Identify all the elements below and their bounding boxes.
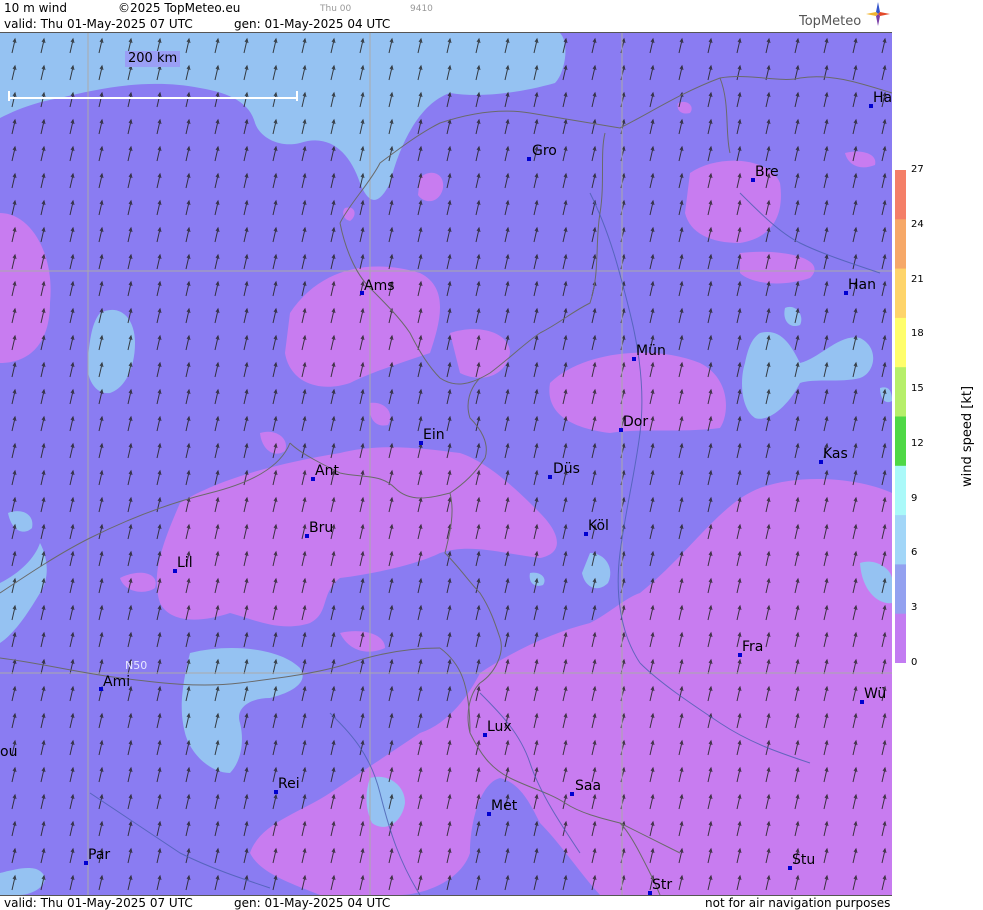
footer-valid-time: valid: Thu 01-May-2025 07 UTC (4, 896, 193, 910)
scale-label: 200 km (125, 51, 181, 67)
city-label: Stu (792, 852, 816, 868)
city-label: Ami (103, 674, 131, 690)
legend-swatch (895, 515, 906, 565)
topmeteo-logo[interactable]: TopMeteo (799, 14, 861, 29)
small-day-label: Thu 00 (320, 4, 352, 14)
legend-tick-label: 15 (911, 383, 924, 395)
legend-swatch (895, 317, 906, 368)
wind-field (0, 33, 892, 895)
generated-time: gen: 01-May-2025 04 UTC (234, 17, 391, 31)
copyright: ©2025 TopMeteo.eu (118, 1, 241, 15)
city-label: Gro (532, 143, 557, 159)
city-label: Lux (487, 719, 512, 735)
disclaimer: not for air navigation purposes (705, 896, 891, 910)
city-label: Par (88, 847, 111, 863)
city-label: Dor (623, 414, 649, 430)
city-label: Saa (575, 778, 602, 794)
legend-tick-label: 18 (911, 328, 924, 340)
city-label: Köl (588, 518, 609, 534)
city-label: Ams (364, 278, 395, 294)
city-label: Wü (864, 686, 887, 702)
legend-tick-label: 12 (911, 437, 924, 449)
color-scale-bar (895, 170, 906, 663)
city-label: Lil (177, 555, 193, 571)
legend-tick-label: 6 (911, 547, 918, 559)
footer-bar: valid: Thu 01-May-2025 07 UTC gen: 01-Ma… (0, 895, 892, 910)
city-label: Han (848, 277, 876, 293)
city-label: ou (0, 744, 18, 760)
legend-swatch (895, 465, 906, 516)
city-label: Kas (823, 446, 848, 462)
scale-bar (8, 91, 298, 103)
city-label: Ant (315, 463, 339, 479)
city-label: Bru (309, 520, 334, 536)
header-bar: 10 m wind ©2025 TopMeteo.eu Thu 00 9410 … (0, 0, 892, 33)
color-legend: 27 24 21 18 15 12 9 6 3 0 wind speed [kt] (893, 0, 983, 909)
city-label: Met (491, 798, 518, 814)
legend-tick-label: 21 (911, 273, 924, 285)
legend-tick-label: 3 (911, 602, 918, 614)
legend-tick-label: 0 (911, 657, 918, 668)
product-title: 10 m wind (4, 1, 67, 15)
legend-swatch (895, 268, 906, 319)
legend-swatch (895, 613, 906, 663)
latitude-label: N50 (125, 659, 148, 672)
wind-map[interactable]: 200 km N50 Gro Bre Ha Ams Han Mün Dor Ei… (0, 33, 892, 895)
legend-tick-label: 27 (911, 164, 924, 175)
city-label: Rei (278, 776, 300, 792)
city-label: Ein (423, 427, 445, 443)
small-code-label: 9410 (410, 4, 433, 14)
compass-logo-icon (866, 2, 890, 26)
legend-swatch (895, 170, 906, 220)
city-label: Str (652, 877, 673, 893)
legend-swatch (895, 367, 906, 417)
valid-time: valid: Thu 01-May-2025 07 UTC (4, 17, 193, 31)
legend-title: wind speed [kt] (960, 385, 975, 487)
city-label: Mün (636, 343, 666, 359)
legend-tick-label: 24 (911, 218, 924, 230)
legend-swatch (895, 564, 906, 615)
city-label: Düs (553, 461, 580, 477)
city-label: Fra (742, 639, 764, 655)
legend-tick-label: 9 (911, 492, 918, 504)
legend-swatch (895, 219, 906, 270)
city-label: Ha (873, 90, 892, 106)
legend-swatch (895, 416, 906, 467)
footer-generated-time: gen: 01-May-2025 04 UTC (234, 896, 391, 910)
city-label: Bre (755, 164, 779, 180)
